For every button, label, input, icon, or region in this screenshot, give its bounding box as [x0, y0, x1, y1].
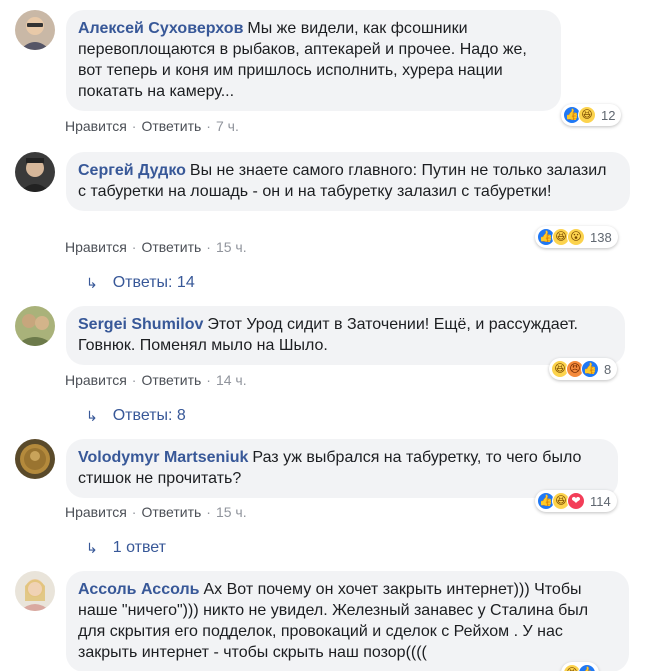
reaction-count: 8: [604, 361, 612, 377]
love-icon: ❤: [567, 492, 585, 510]
separator: ·: [206, 239, 211, 255]
like-link[interactable]: Нравится: [65, 372, 127, 388]
separator: ·: [206, 118, 211, 134]
separator: ·: [131, 372, 137, 388]
reply-link[interactable]: Ответить: [141, 239, 201, 255]
reaction-count: 114: [590, 493, 611, 509]
view-replies-link[interactable]: ↳ Ответы: 14: [86, 273, 195, 293]
avatar[interactable]: [15, 152, 55, 192]
reply-arrow-icon: ↳: [86, 275, 98, 291]
avatar[interactable]: [15, 571, 55, 611]
like-icon: 👍: [578, 664, 596, 671]
comment-author[interactable]: Volodymyr Martseniuk: [78, 449, 248, 466]
avatar[interactable]: [15, 439, 55, 479]
wow-icon: 😮: [567, 228, 585, 246]
comment-time[interactable]: 7 ч.: [216, 118, 239, 134]
separator: ·: [206, 504, 211, 520]
reply-arrow-icon: ↳: [86, 540, 98, 556]
comment-actions: Нравится · Ответить · 15 ч.: [65, 238, 247, 256]
reply-link[interactable]: Ответить: [141, 504, 201, 520]
comment-bubble: Sergei Shumilov Этот Урод сидит в Заточен…: [66, 306, 625, 365]
replies-count[interactable]: Ответы: 8: [113, 406, 186, 426]
comment-author[interactable]: Ассоль Ассоль: [78, 581, 199, 598]
like-icon: 👍: [581, 360, 599, 378]
reaction-count: 12: [601, 107, 616, 123]
reaction-summary[interactable]: 👍 😆 😮 138: [535, 226, 618, 248]
reaction-summary[interactable]: 😆 😠 👍 8: [549, 358, 618, 380]
reply-link[interactable]: Ответить: [141, 118, 201, 134]
comment-bubble: Алексей Суховерхов Мы же видели, как фсош…: [66, 10, 561, 111]
like-link[interactable]: Нравится: [65, 118, 127, 134]
comment-author[interactable]: Сергей Дудко: [78, 162, 186, 179]
avatar[interactable]: [15, 306, 55, 346]
avatar[interactable]: [15, 10, 55, 50]
reply-link[interactable]: Ответить: [141, 372, 201, 388]
haha-icon: 😆: [578, 106, 596, 124]
separator: ·: [131, 504, 137, 520]
comment-actions: Нравится · Ответить · 14 ч.: [65, 371, 247, 389]
comment-time[interactable]: 15 ч.: [216, 504, 247, 520]
view-replies-link[interactable]: ↳ Ответы: 8: [86, 406, 186, 426]
reaction-summary[interactable]: 👍 😆 ❤ 114: [535, 490, 617, 512]
separator: ·: [206, 372, 211, 388]
comment-bubble: Volodymyr Martseniuk Раз уж выбрался на т…: [66, 439, 618, 498]
reaction-summary[interactable]: 😆 👍: [561, 662, 599, 671]
reaction-count: 138: [590, 229, 612, 245]
comment-time[interactable]: 14 ч.: [216, 372, 247, 388]
separator: ·: [131, 118, 137, 134]
replies-count[interactable]: 1 ответ: [113, 538, 166, 558]
view-replies-link[interactable]: ↳ 1 ответ: [86, 538, 166, 558]
reply-arrow-icon: ↳: [86, 408, 98, 424]
comment-actions: Нравится · Ответить · 15 ч.: [65, 503, 247, 521]
comment-actions: Нравится · Ответить · 7 ч.: [65, 117, 239, 135]
like-link[interactable]: Нравится: [65, 239, 127, 255]
comment-time[interactable]: 15 ч.: [216, 239, 247, 255]
comment-bubble: Ассоль Ассоль Ах Вот почему он хочет закр…: [66, 571, 629, 671]
comment-author[interactable]: Алексей Суховерхов: [78, 20, 243, 37]
like-link[interactable]: Нравится: [65, 504, 127, 520]
replies-count[interactable]: Ответы: 14: [113, 273, 195, 293]
comment-author[interactable]: Sergei Shumilov: [78, 316, 203, 333]
separator: ·: [131, 239, 137, 255]
comment-bubble: Сергей Дудко Вы не знаете самого главного…: [66, 152, 630, 211]
reaction-summary[interactable]: 👍 😆 12: [561, 104, 622, 126]
